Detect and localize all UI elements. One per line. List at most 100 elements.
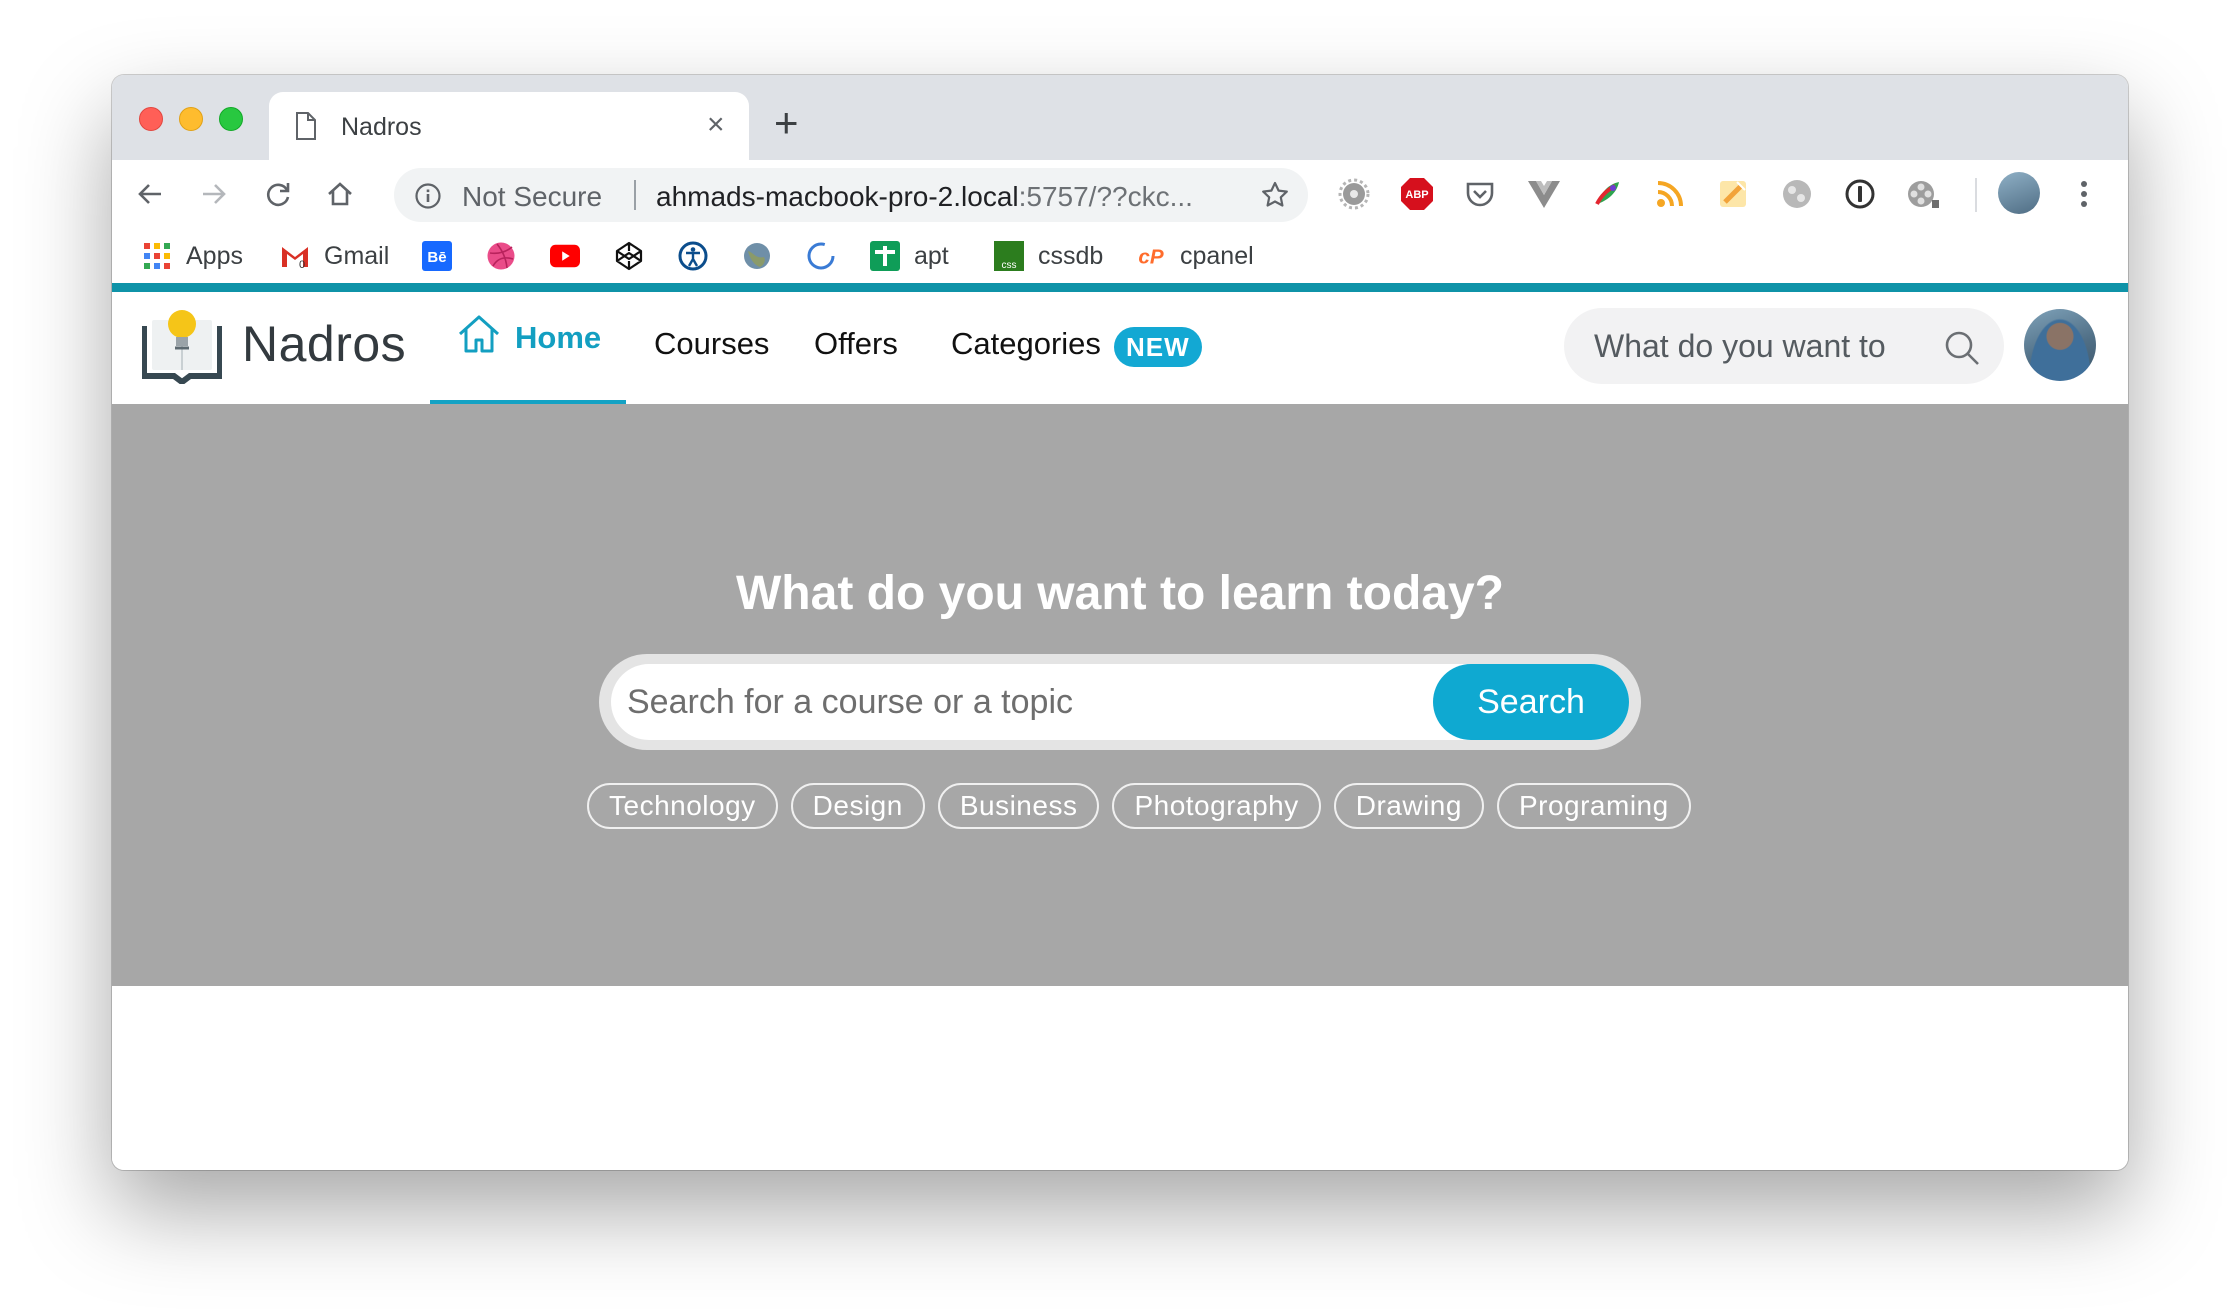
rss-icon[interactable] <box>1652 176 1688 212</box>
hero-search-inner: Search <box>611 664 1629 740</box>
nav-offers[interactable]: Offers <box>814 326 898 366</box>
bookmark-label: cssdb <box>1038 241 1104 270</box>
bookmark-gmail[interactable]: 0 Gmail <box>280 240 389 272</box>
reload-icon <box>267 183 290 207</box>
bookmark-dribbble[interactable] <box>486 240 516 272</box>
brand-name[interactable]: Nadros <box>242 315 406 373</box>
page-viewport: Nadros Home Courses Offers Categories NE… <box>112 283 2128 1170</box>
url-text[interactable]: ahmads-macbook-pro-2.local:5757/??ckc... <box>656 181 1193 213</box>
spinner-icon <box>806 241 836 271</box>
url-path: :5757/??ckc... <box>1018 181 1193 212</box>
bookmark-behance[interactable]: Bē <box>422 240 452 272</box>
bookmark-cpanel[interactable]: cP cpanel <box>1136 240 1254 272</box>
address-bar[interactable]: Not Secure ahmads-macbook-pro-2.local:57… <box>394 168 1308 222</box>
arrow-left-icon <box>138 184 161 204</box>
hero-section: What do you want to learn today? Search … <box>112 404 2128 986</box>
home-icon <box>328 182 352 206</box>
search-button[interactable]: Search <box>1433 664 1629 740</box>
nav-home-label: Home <box>515 320 602 355</box>
bookmark-accessibility[interactable] <box>678 240 708 272</box>
home-button[interactable] <box>320 174 360 214</box>
close-window-button[interactable] <box>139 107 163 131</box>
gmail-icon: 0 <box>280 241 310 271</box>
bookmark-youtube[interactable] <box>550 240 580 272</box>
svg-text:cP: cP <box>1138 246 1163 269</box>
home-outline-icon <box>457 314 501 362</box>
apps-grid-icon <box>142 241 172 271</box>
bookmark-star-icon[interactable] <box>1260 180 1290 215</box>
info-icon[interactable] <box>414 182 442 215</box>
youtube-icon <box>550 241 580 271</box>
bookmark-label: apt <box>914 241 949 270</box>
header-search-input[interactable] <box>1594 326 1934 366</box>
nav-home[interactable]: Home <box>457 315 602 358</box>
omnibox-divider <box>634 180 636 210</box>
topic-chip-business[interactable]: Business <box>937 783 1100 829</box>
topic-chip-design[interactable]: Design <box>790 783 925 829</box>
site-header: Nadros Home Courses Offers Categories NE… <box>112 292 2128 405</box>
hero-title: What do you want to learn today? <box>736 567 1504 620</box>
bookmark-label: Gmail <box>324 241 390 270</box>
bookmark-label: Apps <box>186 241 243 270</box>
globe-photo-icon <box>742 241 772 271</box>
forward-button[interactable] <box>194 174 234 214</box>
browser-window: Nadros × + Not Secure ahmads-macbook-pro… <box>112 75 2128 1170</box>
security-label: Not Secure <box>462 181 603 212</box>
bookmark-loader[interactable] <box>806 240 836 272</box>
browser-tab-active[interactable]: Nadros × <box>269 92 749 160</box>
topic-chip-photography[interactable]: Photography <box>1112 783 1321 829</box>
vue-devtools-icon[interactable] <box>1526 176 1562 212</box>
reload-button[interactable] <box>258 174 298 214</box>
accent-bar <box>112 283 2128 292</box>
topic-chip-drawing[interactable]: Drawing <box>1333 783 1484 829</box>
search-icon[interactable] <box>1942 328 1982 373</box>
book-lightbulb-logo-icon[interactable] <box>141 304 223 389</box>
adblock-plus-icon[interactable]: ABP <box>1399 176 1435 212</box>
tab-close-icon[interactable]: × <box>707 109 725 141</box>
profile-avatar[interactable] <box>1998 172 2040 214</box>
colorful-extension-icon[interactable] <box>1589 176 1625 212</box>
bookmarks-bar: Apps 0 Gmail Bē apt css cssdb cP cpanel <box>112 228 2128 283</box>
cssdb-icon: css <box>994 241 1024 271</box>
topic-chip-programing[interactable]: Programing <box>1496 783 1691 829</box>
minimize-window-button[interactable] <box>179 107 203 131</box>
google-sheets-plus-icon <box>870 241 900 271</box>
settings-gear-extension-icon[interactable] <box>1336 176 1372 212</box>
back-button[interactable] <box>130 174 170 214</box>
film-reel-icon[interactable] <box>1905 176 1941 212</box>
globe-extension-icon[interactable] <box>1779 176 1815 212</box>
bookmark-globe[interactable] <box>742 240 772 272</box>
document-icon <box>295 112 317 145</box>
tab-title: Nadros <box>341 113 422 141</box>
dribbble-icon <box>486 241 516 271</box>
nav-courses[interactable]: Courses <box>654 326 769 366</box>
bookmark-cssdb[interactable]: css cssdb <box>994 240 1103 272</box>
topic-chips: Technology Design Business Photography D… <box>587 783 1691 829</box>
bookmark-apps[interactable]: Apps <box>142 240 243 272</box>
bookmark-label: cpanel <box>1180 241 1254 270</box>
more-menu-icon[interactable] <box>2066 176 2102 212</box>
svg-text:0: 0 <box>299 259 305 269</box>
hero-search-box: Search <box>599 654 1641 750</box>
highlighter-extension-icon[interactable] <box>1715 176 1751 212</box>
svg-text:Bē: Bē <box>427 249 446 266</box>
behance-icon: Bē <box>422 241 452 271</box>
svg-text:ABP: ABP <box>1405 189 1428 201</box>
codepen-icon <box>614 241 644 271</box>
new-tab-button[interactable]: + <box>774 102 799 144</box>
accessibility-icon <box>678 241 708 271</box>
topic-chip-technology[interactable]: Technology <box>587 783 778 829</box>
header-search[interactable] <box>1564 308 2004 384</box>
new-badge: NEW <box>1114 327 1202 367</box>
maximize-window-button[interactable] <box>219 107 243 131</box>
pocket-icon[interactable] <box>1462 176 1498 212</box>
nav-categories[interactable]: Categories <box>951 326 1101 366</box>
bookmark-codepen[interactable] <box>614 240 644 272</box>
cpanel-icon: cP <box>1136 241 1166 271</box>
bookmark-apt[interactable]: apt <box>870 240 949 272</box>
1password-icon[interactable] <box>1842 176 1878 212</box>
course-search-input[interactable] <box>627 680 1387 724</box>
user-avatar[interactable] <box>2024 309 2096 381</box>
arrow-right-icon <box>203 184 226 204</box>
url-host: ahmads-macbook-pro-2.local <box>656 181 1019 212</box>
